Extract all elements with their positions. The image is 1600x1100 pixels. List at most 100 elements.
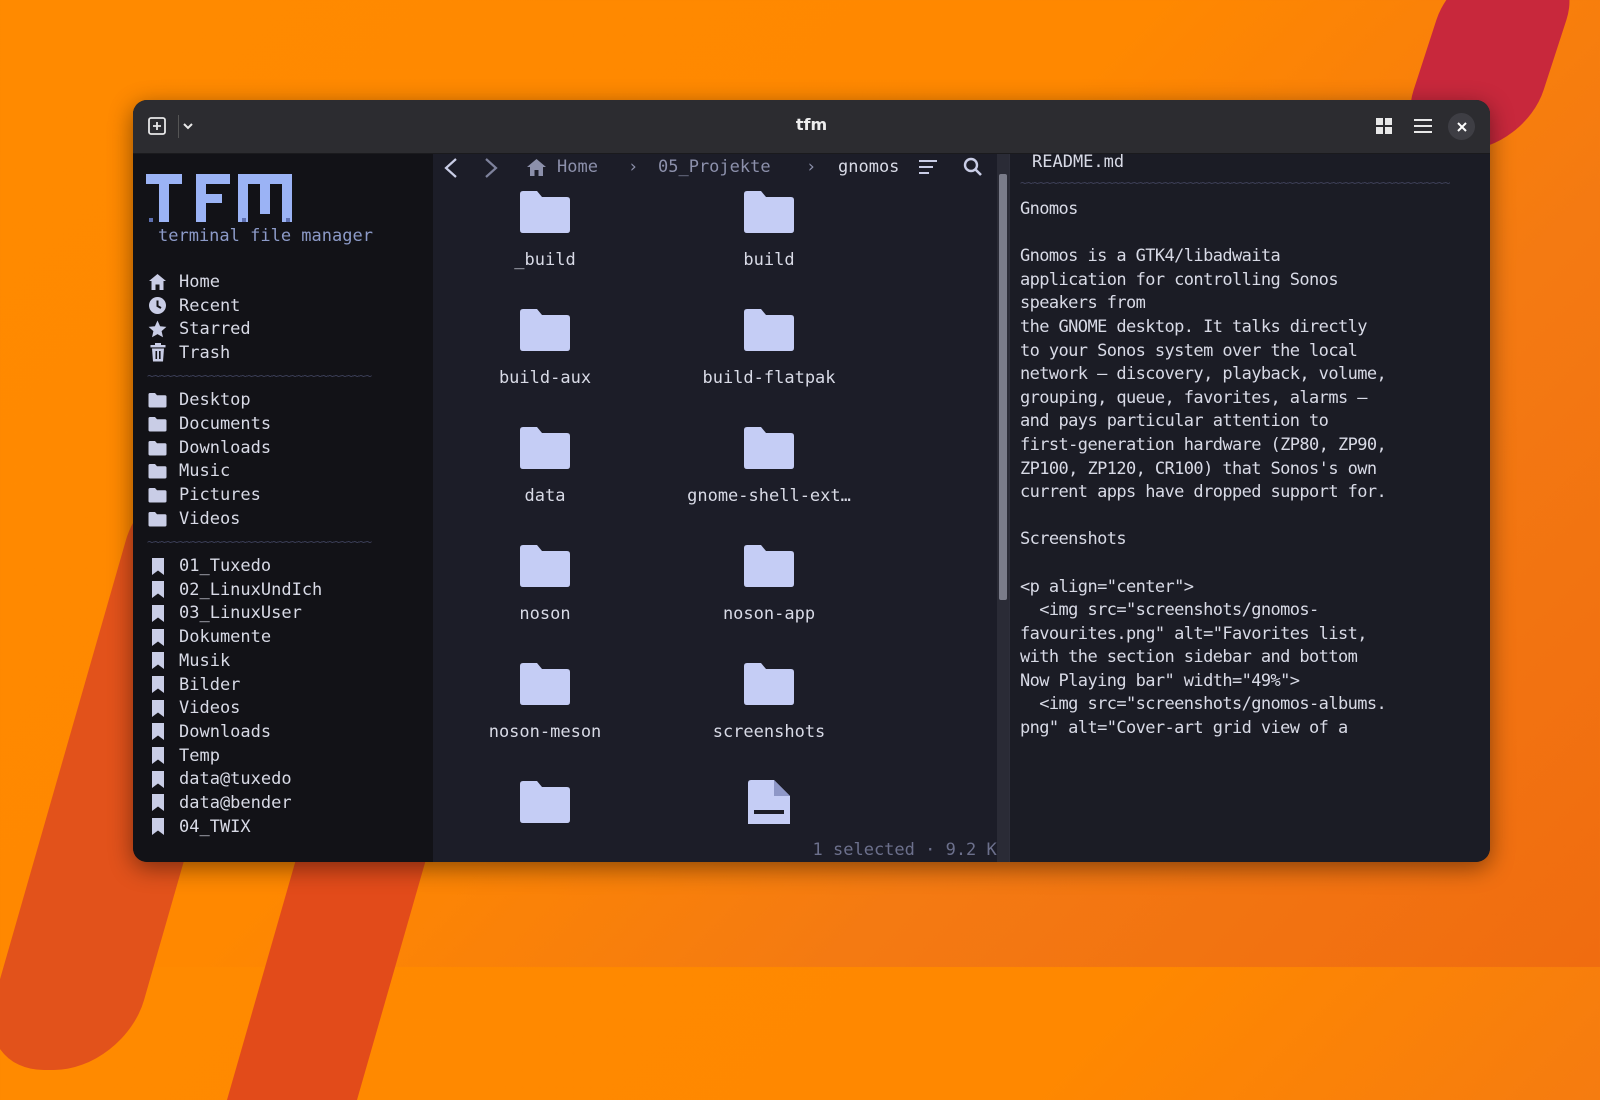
sidebar-item-label: Music [179,461,231,482]
sidebar-item-home[interactable]: Home [147,270,427,294]
breadcrumb-home[interactable]: Home [557,157,598,177]
bookmark-icon [147,603,168,623]
scrollbar-thumb[interactable] [999,174,1007,600]
folder-icon [147,485,168,505]
sidebar-bookmark-bilder[interactable]: Bilder [147,673,427,697]
sidebar-item-label: 03_LinuxUser [179,603,302,624]
back-button[interactable] [441,157,461,184]
sidebar-bookmark-data-tuxedo[interactable]: data@tuxedo [147,767,427,791]
status-bar: 1 selected · 9.2 KB [812,840,1007,860]
folder-icon [657,308,881,358]
bookmark-icon [147,675,168,695]
folder-icon [657,426,881,476]
file-name: build-aux [498,368,592,388]
breadcrumb-05-projekte[interactable]: 05_Projekte [658,157,771,177]
header-bar: tfm [133,100,1490,154]
sort-lines-icon [919,160,937,174]
home-icon [147,272,168,292]
sidebar-item-label: 02_LinuxUndIch [179,579,323,600]
sidebar-folder-downloads[interactable]: Downloads [147,436,427,460]
folder-item[interactable]: gnome-shell-ext… [657,426,881,506]
sidebar-item-label: Home [179,271,220,292]
file-item[interactable] [657,780,881,840]
forward-arrow-icon [485,158,498,178]
app-window: tfm terminal file manager Home Recent St… [133,100,1490,862]
breadcrumb-separator: › [806,157,817,177]
sidebar-item-label: Downloads [179,437,272,458]
sidebar-bookmark-musik[interactable]: Musik [147,649,427,673]
sidebar-folder-videos[interactable]: Videos [147,507,427,531]
file-view-scrollbar[interactable] [997,154,1009,862]
folder-icon [657,544,881,594]
document-icon [657,780,881,830]
bookmark-icon [147,627,168,647]
search-button[interactable] [963,157,983,182]
window-title: tfm [795,115,828,134]
sidebar-item-trash[interactable]: Trash [147,341,427,365]
sidebar-list: Home Recent Starred Trash ~~~~~~~~~~~~~~~~~~… [147,270,427,839]
sidebar-folder-desktop[interactable]: Desktop [147,388,427,412]
breadcrumb-home-icon-wrap[interactable] [526,158,547,182]
sidebar-bookmark-01-tuxedo[interactable]: 01_Tuxedo [147,554,427,578]
bookmark-icon [147,817,168,837]
sidebar-bookmark-dokumente[interactable]: Dokumente [147,625,427,649]
folder-icon [433,544,657,594]
sidebar-item-label: Musik [179,650,231,671]
file-name: _build [514,250,576,270]
folder-item[interactable]: data [433,426,657,506]
folder-item[interactable]: _build [433,190,657,270]
sidebar-bookmark-videos[interactable]: Videos [147,696,427,720]
sidebar-item-label: Videos [179,508,241,529]
main-menu-button[interactable] [1409,112,1437,140]
sidebar-item-recent[interactable]: Recent [147,294,427,318]
clock-icon [147,296,168,316]
bookmark-icon [147,722,168,742]
sidebar-item-label: Documents [179,413,272,434]
folder-icon [147,509,168,529]
folder-icon [433,426,657,476]
grid-view-button[interactable] [1370,112,1398,140]
folder-item[interactable]: noson [433,544,657,624]
back-arrow-icon [444,158,457,178]
forward-button[interactable] [481,157,501,184]
bookmark-icon [147,793,168,813]
folder-item[interactable]: screenshots [657,662,881,742]
sidebar-item-label: data@bender [179,792,292,813]
bookmark-icon [147,651,168,671]
folder-item[interactable]: noson-meson [433,662,657,742]
file-name: build-flatpak [702,368,836,388]
sidebar-bookmark-temp[interactable]: Temp [147,744,427,768]
search-icon [963,157,982,176]
close-button[interactable] [1448,113,1475,140]
sidebar-bookmark-04-twix[interactable]: 04_TWIX [147,815,427,839]
folder-icon [433,308,657,358]
sidebar-item-label: Bilder [179,674,241,695]
file-name: noson-meson [488,722,602,742]
file-name: screenshots [712,722,826,742]
sidebar-bookmark-02-linuxundich[interactable]: 02_LinuxUndIch [147,578,427,602]
file-view: Home › 05_Projekte › gnomos _build build b… [433,154,1017,862]
folder-icon [433,780,657,830]
folder-icon [147,390,168,410]
folder-icon [433,190,657,240]
folder-item[interactable]: build-flatpak [657,308,881,388]
sidebar-item-starred[interactable]: Starred [147,317,427,341]
folder-item[interactable]: build-aux [433,308,657,388]
sidebar-item-label: Desktop [179,390,251,411]
folder-item[interactable] [433,780,657,840]
sidebar-folder-music[interactable]: Music [147,460,427,484]
sidebar-item-label: data@tuxedo [179,769,292,790]
sidebar-bookmark-03-linuxuser[interactable]: 03_LinuxUser [147,602,427,626]
sidebar-bookmark-downloads[interactable]: Downloads [147,720,427,744]
sidebar-folder-documents[interactable]: Documents [147,412,427,436]
sidebar-folder-pictures[interactable]: Pictures [147,483,427,507]
sidebar-bookmark-data-bender[interactable]: data@bender [147,791,427,815]
folder-item[interactable]: noson-app [657,544,881,624]
sort-button[interactable] [919,159,939,180]
sidebar-separator: ~~~~~~~~~~~~~~~~~~~~~~~~~~~~~~~~~~~~ [147,368,372,383]
sidebar: terminal file manager Home Recent Starred T… [133,154,433,862]
breadcrumb-gnomos[interactable]: gnomos [838,157,899,177]
folder-item[interactable]: build [657,190,881,270]
preview-content: Gnomos Gnomos is a GTK4/libadwaita appli… [1020,199,1387,739]
folder-icon [147,461,168,481]
